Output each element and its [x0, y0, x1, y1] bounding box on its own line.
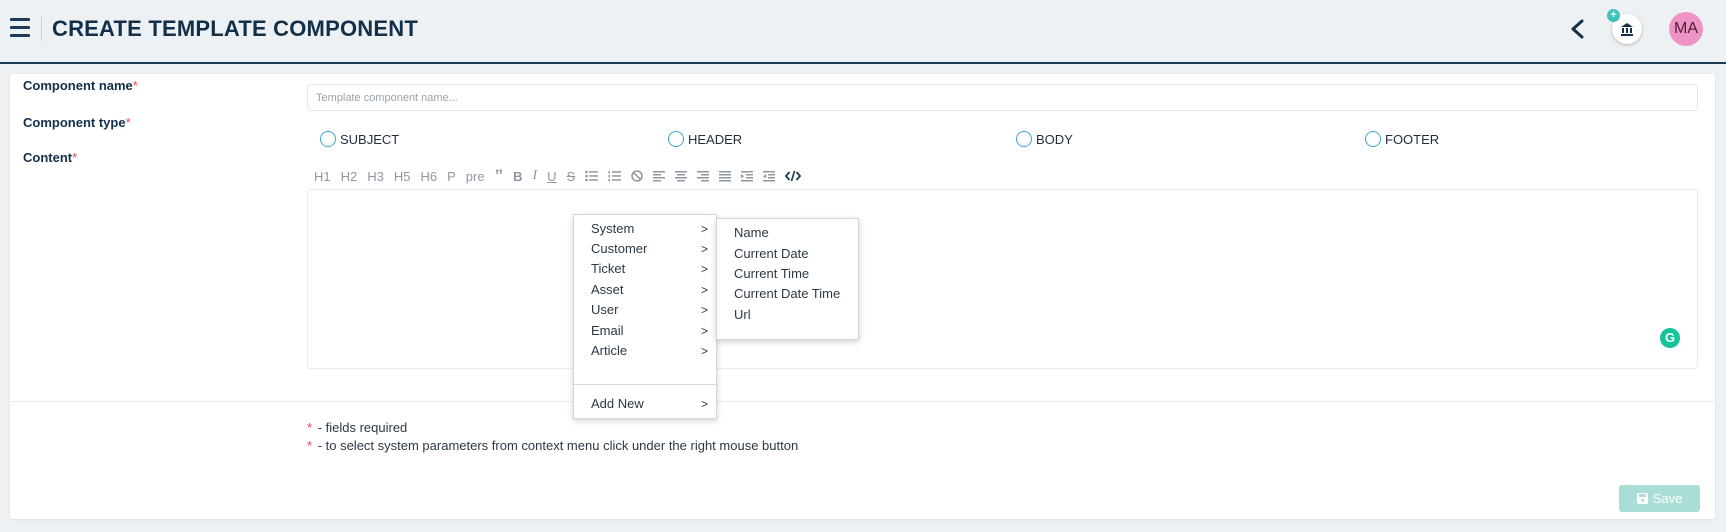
paragraph-button[interactable]: P [447, 166, 456, 186]
quote-icon[interactable]: ” [495, 166, 504, 186]
radio-header[interactable]: HEADER [668, 130, 742, 148]
top-bar: CREATE TEMPLATE COMPONENT + MA [0, 0, 1726, 64]
heading-2-button[interactable]: H2 [341, 166, 358, 186]
system-submenu: Name Current Date Current Time Current D… [716, 218, 859, 340]
strikethrough-icon[interactable]: S [567, 166, 576, 186]
context-menu-item-system[interactable]: System > [574, 218, 716, 240]
chevron-right-icon: > [700, 262, 708, 276]
editor-toolbar: H1 H2 H3 H5 H6 P pre ” B I U S [314, 166, 811, 186]
add-bank-button[interactable]: + [1607, 9, 1642, 44]
heading-1-button[interactable]: H1 [314, 166, 331, 186]
context-menu-item-customer[interactable]: Customer > [574, 238, 716, 260]
clear-format-icon[interactable] [631, 166, 643, 186]
user-avatar[interactable]: MA [1669, 12, 1703, 46]
align-justify-icon[interactable] [719, 166, 732, 186]
preformatted-button[interactable]: pre [466, 166, 485, 186]
radio-subject[interactable]: SUBJECT [320, 130, 399, 148]
component-name-label: Component name* [23, 78, 138, 93]
chevron-right-icon: > [700, 222, 708, 236]
context-menu: System > Customer > Ticket > Asset > User > E… [573, 214, 717, 419]
radio-circle [1365, 131, 1381, 147]
chevron-right-icon: > [700, 397, 708, 411]
note-context-menu: * - to select system parameters from con… [307, 438, 799, 453]
numbered-list-icon[interactable] [608, 166, 622, 186]
chevron-right-icon: > [700, 283, 708, 297]
outdent-icon[interactable] [763, 166, 776, 186]
context-menu-item-user[interactable]: User > [574, 299, 716, 321]
component-type-label: Component type* [23, 115, 131, 130]
grammarly-icon[interactable]: G [1660, 328, 1680, 348]
context-menu-item-add-new[interactable]: Add New > [574, 393, 716, 415]
title-divider [41, 17, 42, 41]
context-menu-item-asset[interactable]: Asset > [574, 279, 716, 301]
align-right-icon[interactable] [697, 166, 710, 186]
heading-3-button[interactable]: H3 [367, 166, 384, 186]
context-menu-item-email[interactable]: Email > [574, 320, 716, 342]
submenu-item-current-time[interactable]: Current Time [717, 263, 858, 285]
floppy-disk-icon [1636, 493, 1648, 504]
context-menu-separator [574, 384, 716, 385]
bold-icon[interactable]: B [513, 166, 522, 186]
back-chevron-icon[interactable] [1567, 17, 1589, 41]
heading-6-button[interactable]: H6 [421, 166, 438, 186]
submenu-item-name[interactable]: Name [717, 222, 858, 244]
content-editor[interactable] [307, 189, 1698, 369]
chevron-right-icon: > [700, 303, 708, 317]
align-left-icon[interactable] [653, 166, 666, 186]
heading-5-button[interactable]: H5 [394, 166, 411, 186]
chevron-right-icon: > [700, 242, 708, 256]
bank-icon [1621, 23, 1633, 36]
submenu-item-current-date-time[interactable]: Current Date Time [717, 283, 858, 305]
save-button[interactable]: Save [1619, 485, 1700, 512]
submenu-item-current-date[interactable]: Current Date [717, 243, 858, 265]
hamburger-menu-icon[interactable] [10, 18, 30, 38]
code-view-icon[interactable] [785, 166, 802, 186]
content-label: Content* [23, 150, 78, 165]
underline-icon[interactable]: U [547, 166, 556, 186]
radio-circle [1016, 131, 1032, 147]
divider [10, 401, 1715, 402]
bullet-list-icon[interactable] [585, 166, 599, 186]
radio-footer[interactable]: FOOTER [1365, 130, 1439, 148]
form-card: Component name* Component type* SUBJECT … [10, 74, 1715, 519]
component-name-input[interactable] [307, 84, 1698, 111]
align-center-icon[interactable] [675, 166, 688, 186]
indent-icon[interactable] [741, 166, 754, 186]
radio-circle [668, 131, 684, 147]
page-title: CREATE TEMPLATE COMPONENT [52, 16, 418, 41]
plus-badge-icon: + [1607, 9, 1620, 22]
context-menu-item-article[interactable]: Article > [574, 340, 716, 362]
radio-circle [320, 131, 336, 147]
radio-body[interactable]: BODY [1016, 130, 1073, 148]
note-required: * - fields required [307, 420, 408, 435]
context-menu-item-ticket[interactable]: Ticket > [574, 258, 716, 280]
chevron-right-icon: > [700, 344, 708, 358]
submenu-item-url[interactable]: Url [717, 304, 858, 326]
italic-icon[interactable]: I [532, 166, 537, 186]
chevron-right-icon: > [700, 324, 708, 338]
